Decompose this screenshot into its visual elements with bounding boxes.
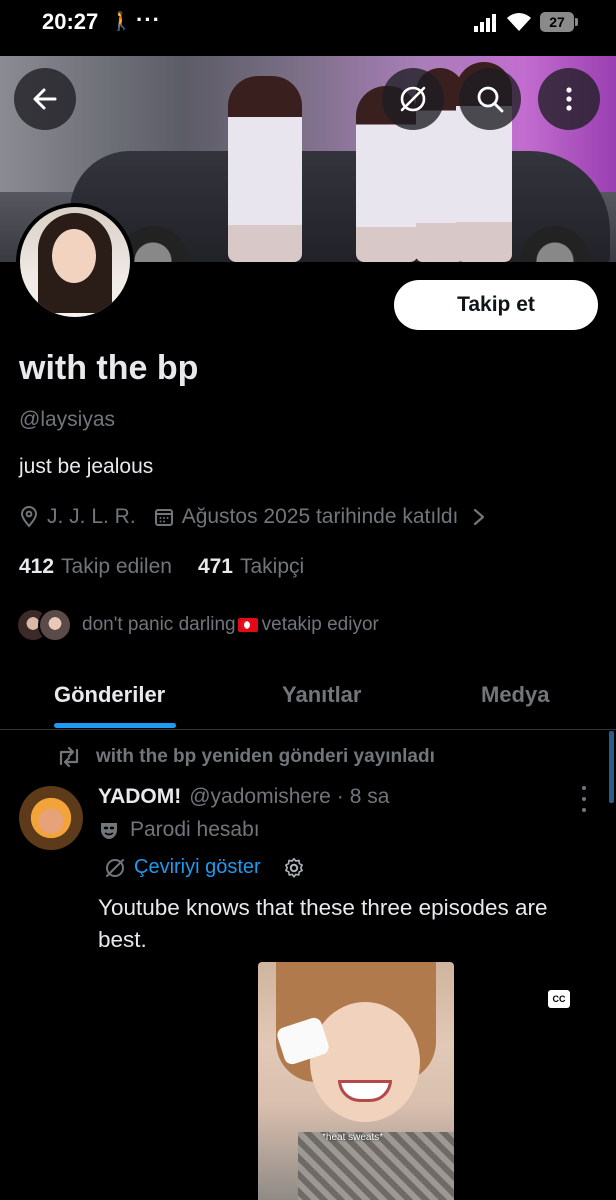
followers-link[interactable]: 471 Takipçi [198,555,304,579]
banner-person [228,76,302,262]
post-text: Youtube knows that these three episodes … [98,895,548,952]
more-dot [582,797,586,801]
followed-by-suffix: takip ediyor [281,614,379,635]
arrow-left-icon [33,88,57,110]
signal-icon [474,14,496,32]
repost-context: with the bp yeniden gönderi yayınladı [56,746,435,768]
profile-bio: just be jealous [19,455,154,478]
translate-off-icon [400,86,426,112]
profile-counts: 412 Takip edilen 471 Takipçi [19,555,304,579]
post-more-button[interactable] [574,786,594,812]
post-author-handle[interactable]: @yadomishere [189,785,331,809]
following-count: 412 [19,555,55,578]
status-bar: 20:27 🚶 ··· 27 [0,0,616,52]
mask-icon [101,823,117,839]
more-dot [582,786,586,790]
tab-replies[interactable]: Yanıtlar [282,682,361,708]
profile-location: J. J. L. R. [47,505,136,528]
follow-button[interactable]: Takip et [394,280,598,330]
followers-label: Takipçi [240,555,305,578]
parody-label-row: Parodi hesabı [98,818,260,842]
followed-by-name: don't panic darling [82,614,236,635]
more-vertical-icon [566,87,572,111]
show-translation-link[interactable]: Çeviriyi göster [134,856,261,879]
post-author-name[interactable]: YADOM! [98,785,181,809]
turkey-flag-icon [237,618,258,632]
chevron-right-icon[interactable] [472,507,486,527]
profile-tabs: Gönderiler Yanıtlar Medya [0,664,616,730]
followed-by-connector: ve [261,614,282,635]
closed-captions-button[interactable]: CC [548,990,570,1008]
wifi-icon [507,13,531,31]
search-icon [477,86,504,113]
avatar-image [20,207,130,317]
post-header: YADOM! @yadomishere · 8 sa [98,785,389,809]
media-face [310,1002,420,1122]
profile-display-name: with the bp [19,349,199,387]
gear-icon[interactable] [283,857,305,879]
parody-label: Parodi hesabı [130,818,260,841]
avatar-face [52,229,96,283]
followed-by-row[interactable]: don't panic darling ve takip ediyor [16,608,379,642]
translate-off-icon [106,858,124,877]
translate-toggle-button[interactable] [382,68,444,130]
tab-media[interactable]: Medya [481,682,549,708]
post-separator: · [336,785,344,808]
profile-meta: J. J. L. R. Ağustos 2025 tarihinde katıl… [19,505,494,529]
followers-count: 471 [197,555,233,578]
tab-posts[interactable]: Gönderiler [54,682,165,708]
following-link[interactable]: 412 Takip edilen [19,555,172,579]
post-time: 8 sa [349,785,390,808]
media-caption: *heat sweats* [322,1132,384,1143]
profile-handle: @laysiyas [19,408,116,431]
translate-row: Çeviriyi göster [104,856,305,879]
follower-avatar [38,608,72,642]
active-tab-indicator [54,723,176,728]
repost-icon [59,747,79,767]
profile-avatar[interactable] [16,203,134,321]
repost-text: with the bp yeniden gönderi yayınladı [96,746,435,767]
search-button[interactable] [459,68,521,130]
walking-icon: 🚶 [110,11,133,31]
post-author-avatar[interactable] [19,786,83,850]
status-time: 20:27 [42,9,99,34]
status-more-dots: ··· [136,7,161,32]
post-media-video[interactable]: *heat sweats* [258,962,454,1200]
scrollbar[interactable] [609,731,614,803]
back-button[interactable] [14,68,76,130]
calendar-icon [154,509,173,526]
profile-join-date: Ağustos 2025 tarihinde katıldı [181,505,459,528]
location-icon [20,506,38,528]
more-dot [582,808,586,812]
battery-indicator: 27 [540,12,578,32]
following-label: Takip edilen [61,555,172,578]
more-options-button[interactable] [538,68,600,130]
